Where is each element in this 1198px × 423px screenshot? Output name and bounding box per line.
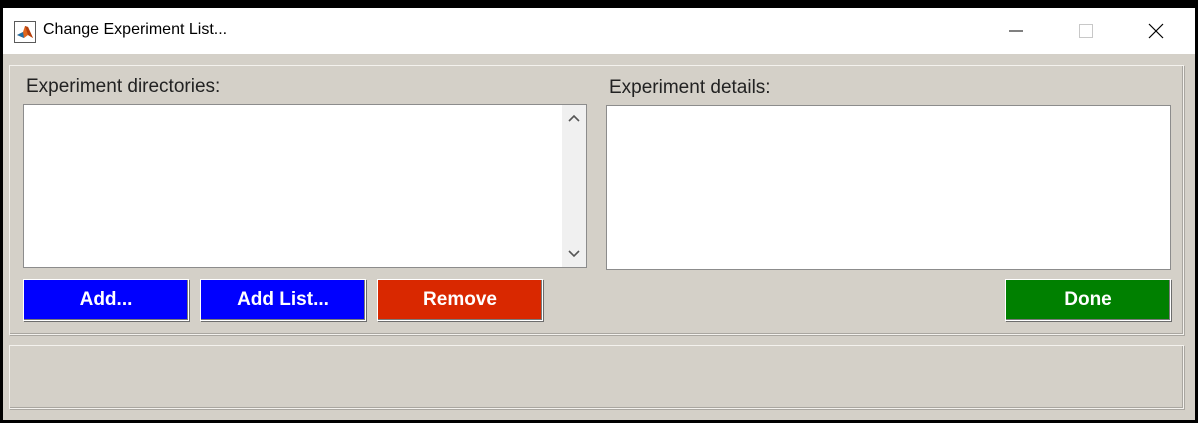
experiment-details-label: Experiment details:: [609, 77, 771, 98]
experiment-directories-list[interactable]: [23, 104, 587, 268]
close-icon: [1148, 23, 1164, 39]
matlab-logo-icon: [14, 21, 36, 43]
dialog-window: Change Experiment List... Experiment dir…: [3, 8, 1195, 420]
close-button[interactable]: [1121, 8, 1191, 54]
window-title: Change Experiment List...: [43, 21, 228, 38]
chevron-up-icon: [568, 114, 580, 122]
minimize-icon: [1009, 30, 1023, 32]
done-button[interactable]: Done: [1005, 279, 1171, 321]
add-list-button[interactable]: Add List...: [200, 279, 366, 321]
vertical-scrollbar[interactable]: [562, 105, 586, 267]
scroll-up-button[interactable]: [562, 109, 586, 127]
experiment-directories-label: Experiment directories:: [26, 76, 221, 97]
title-bar[interactable]: Change Experiment List...: [3, 8, 1195, 54]
remove-button[interactable]: Remove: [377, 279, 543, 321]
experiment-details-box[interactable]: [606, 105, 1171, 270]
scroll-down-button[interactable]: [562, 245, 586, 263]
minimize-button[interactable]: [981, 8, 1051, 54]
maximize-button[interactable]: [1051, 8, 1121, 54]
status-panel: [9, 345, 1184, 409]
chevron-down-icon: [568, 250, 580, 258]
add-button[interactable]: Add...: [23, 279, 189, 321]
maximize-icon: [1079, 24, 1093, 38]
